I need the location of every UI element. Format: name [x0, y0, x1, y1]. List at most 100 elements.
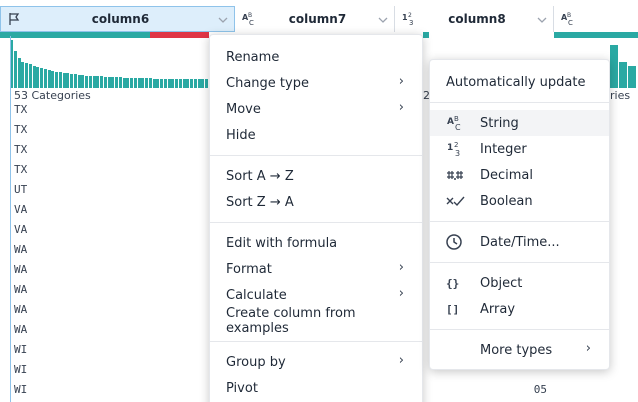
histogram-bar[interactable] [58, 72, 62, 88]
flag-icon[interactable] [7, 12, 29, 26]
column-header-column7[interactable]: ABC column7 [235, 6, 395, 32]
column6-cell[interactable]: WA [14, 303, 27, 316]
chevron-down-icon[interactable] [531, 13, 553, 26]
histogram-bar[interactable] [175, 79, 178, 88]
histogram-bar[interactable] [100, 76, 103, 88]
histogram-bar[interactable] [81, 75, 85, 88]
histogram-bar[interactable] [103, 77, 107, 88]
column9-histogram[interactable] [610, 38, 638, 88]
histogram-bar[interactable] [156, 79, 160, 88]
histogram-bar[interactable] [32, 66, 36, 88]
column8-cell[interactable]: 05 [534, 383, 547, 396]
column6-cell[interactable]: WI [14, 363, 27, 376]
histogram-bar[interactable] [62, 73, 66, 88]
histogram-bar[interactable] [628, 66, 636, 88]
column6-cell[interactable]: WI [14, 383, 27, 396]
rename-menu-item[interactable]: Rename [210, 44, 422, 70]
histogram-bar[interactable] [190, 79, 193, 88]
histogram-bar[interactable] [92, 76, 96, 88]
chevron-down-icon[interactable] [212, 13, 234, 26]
histogram-bar[interactable] [85, 76, 88, 88]
histogram-bar[interactable] [133, 78, 137, 88]
histogram-bar[interactable] [610, 45, 618, 88]
column6-cell[interactable]: WA [14, 243, 27, 256]
histogram-bar[interactable] [122, 78, 126, 88]
histogram-bar[interactable] [111, 77, 115, 88]
histogram-bar[interactable] [66, 73, 70, 88]
histogram-bar[interactable] [167, 79, 171, 88]
histogram-bar[interactable] [13, 51, 17, 88]
column6-cell[interactable]: VA [14, 203, 27, 216]
column6-cell[interactable]: WI [14, 343, 27, 356]
string-type-icon[interactable]: ABC [560, 12, 582, 26]
histogram-bar[interactable] [36, 67, 40, 88]
column6-cell[interactable]: TX [14, 103, 27, 116]
histogram-bar[interactable] [88, 76, 92, 88]
sort-z-a-menu-item[interactable]: Sort Z → A [210, 189, 422, 215]
histogram-bar[interactable] [178, 79, 182, 88]
histogram-bar[interactable] [73, 74, 77, 88]
histogram-bar[interactable] [70, 74, 73, 88]
histogram-bar[interactable] [40, 68, 43, 88]
column6-cell[interactable]: VA [14, 223, 27, 236]
column6-cell[interactable]: WA [14, 283, 27, 296]
histogram-bar[interactable] [619, 62, 627, 88]
decimal-type-menu-item[interactable]: Decimal [430, 162, 609, 188]
edit-with-formula-menu-item[interactable]: Edit with formula [210, 230, 422, 256]
array-type-menu-item[interactable]: [] Array [430, 296, 609, 322]
automatically-update-menu-item[interactable]: Automatically update [430, 69, 609, 95]
histogram-bar[interactable] [25, 63, 28, 88]
column6-cell[interactable]: TX [14, 143, 27, 156]
histogram-bar[interactable] [152, 79, 156, 88]
more-types-menu-item[interactable]: More types › [430, 337, 609, 363]
hide-menu-item[interactable]: Hide [210, 122, 422, 148]
histogram-bar[interactable] [130, 78, 133, 88]
histogram-bar[interactable] [197, 79, 201, 88]
string-type-menu-item[interactable]: ABC String [430, 110, 609, 136]
histogram-bar[interactable] [115, 77, 118, 88]
format-menu-item[interactable]: Format › [210, 256, 422, 282]
histogram-bar[interactable] [137, 78, 141, 88]
histogram-bar[interactable] [182, 79, 186, 88]
histogram-bar[interactable] [193, 79, 197, 88]
histogram-bar[interactable] [205, 79, 208, 88]
column-header-column9[interactable]: ABC [554, 6, 638, 32]
pivot-menu-item[interactable]: Pivot [210, 375, 422, 401]
column6-cell[interactable]: WA [14, 323, 27, 336]
column6-histogram[interactable] [10, 38, 210, 88]
datetime-type-menu-item[interactable]: Date/Time... [430, 229, 609, 255]
chevron-down-icon[interactable] [372, 13, 394, 26]
histogram-bar[interactable] [141, 78, 145, 88]
histogram-bar[interactable] [107, 77, 111, 88]
histogram-bar[interactable] [171, 79, 175, 88]
move-menu-item[interactable]: Move › [210, 96, 422, 122]
column-header-column6[interactable]: column6 [0, 6, 235, 32]
histogram-bar[interactable] [21, 62, 25, 88]
group-by-menu-item[interactable]: Group by › [210, 349, 422, 375]
histogram-bar[interactable] [201, 79, 205, 88]
histogram-bar[interactable] [126, 78, 130, 88]
histogram-bar[interactable] [47, 70, 51, 88]
histogram-bar[interactable] [17, 58, 21, 88]
histogram-bar[interactable] [148, 78, 152, 88]
histogram-bar[interactable] [145, 78, 148, 88]
histogram-bar[interactable] [160, 79, 163, 88]
sort-a-z-menu-item[interactable]: Sort A → Z [210, 163, 422, 189]
histogram-bar[interactable] [43, 69, 47, 88]
histogram-bar[interactable] [51, 71, 55, 88]
column-header-column8[interactable]: 123 column8 [395, 6, 554, 32]
object-type-menu-item[interactable]: {} Object [430, 270, 609, 296]
change-type-menu-item[interactable]: Change type › [210, 70, 422, 96]
column6-cell[interactable]: TX [14, 163, 27, 176]
column6-cell[interactable]: UT [14, 183, 27, 196]
data-quality-bar-valid[interactable] [423, 32, 429, 38]
string-type-icon[interactable]: ABC [241, 12, 263, 26]
integer-type-menu-item[interactable]: 123 Integer [430, 136, 609, 162]
column6-cell[interactable]: WA [14, 263, 27, 276]
integer-type-icon[interactable]: 123 [401, 12, 423, 26]
histogram-bar[interactable] [163, 79, 167, 88]
histogram-bar[interactable] [77, 75, 81, 88]
histogram-bar[interactable] [186, 79, 190, 88]
column6-cell[interactable]: TX [14, 123, 27, 136]
histogram-bar[interactable] [55, 72, 58, 88]
